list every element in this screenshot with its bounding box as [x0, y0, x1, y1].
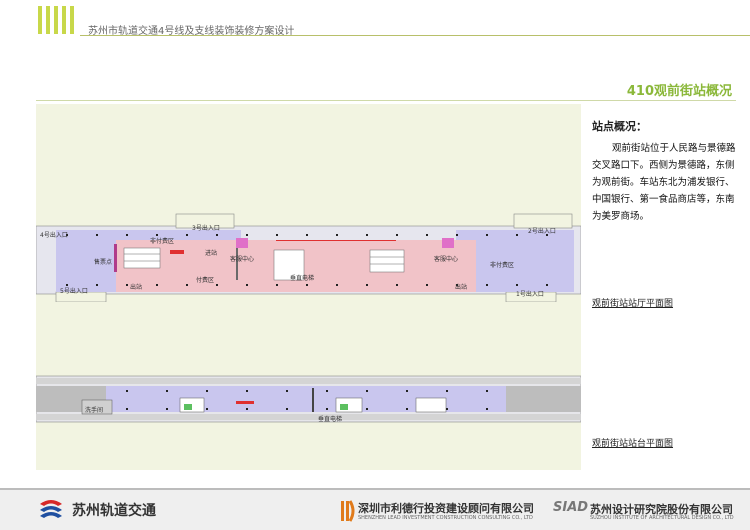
lead-company-name: 深圳市利德行投资建设顾问有限公司: [358, 502, 534, 515]
nonpaid-west-label: 非付费区: [150, 238, 175, 245]
station-overview-text: 观前街站位于人民路与景德路交叉路口下。西侧为景德路，东侧为观前街。车站东北为浦发…: [592, 143, 736, 222]
platform-toilet-label: 洗手间: [85, 407, 104, 414]
header-decoration: [38, 6, 76, 34]
exit-east-label: 出站: [455, 284, 468, 291]
service-center-east-mark: [442, 238, 454, 248]
service-center-west-mark: [236, 238, 248, 248]
concourse-elevator-label: 垂直电梯: [290, 275, 315, 282]
nonpaid-east-label: 非付费区: [490, 262, 515, 269]
concourse-plan-caption: 观前街站站厅平面图: [592, 299, 674, 309]
section-rule: [36, 100, 736, 101]
concourse-exit-4-label: 4号出入口: [40, 232, 68, 239]
concourse-exit-3-label: 3号出入口: [192, 225, 220, 232]
exit-west-label: 出站: [130, 284, 143, 291]
header-rule: [80, 35, 750, 36]
concourse-exit-1-label: 1号出入口: [516, 291, 544, 298]
platform-plan: [36, 375, 581, 423]
footer-rule: [0, 488, 750, 490]
service-center-west-label: 客服中心: [230, 256, 255, 263]
service-center-east-label: 客服中心: [434, 256, 459, 263]
section-title: 410观前街站概况: [626, 84, 732, 99]
platform-elevator-label: 垂直电梯: [318, 416, 343, 423]
lead-logo-icon: [341, 500, 355, 522]
station-overview-heading: 站点概况：: [592, 120, 647, 133]
concourse-plan: [36, 213, 581, 302]
suzhou-metro-logo-icon: [40, 500, 62, 518]
entry-label: 进站: [205, 250, 218, 257]
concourse-exit-5-label: 5号出入口: [60, 288, 88, 295]
concourse-exit-2-label: 2号出入口: [528, 228, 556, 235]
platform-plan-caption: 观前街站站台平面图: [592, 439, 674, 449]
siad-logo-mark: SIAD: [553, 500, 589, 515]
paid-zone-label: 付费区: [196, 277, 215, 284]
lead-company-english: SHENZHEN LEAD INVESTMENT CONSTRUCTION CO…: [358, 515, 533, 521]
suzhou-metro-logo-text: 苏州轨道交通: [72, 503, 156, 519]
ticket-point-label: 售票点: [94, 259, 113, 266]
siad-company-english: SUZHOU INSTITUTE OF ARCHITECTURAL DESIGN…: [590, 515, 734, 521]
